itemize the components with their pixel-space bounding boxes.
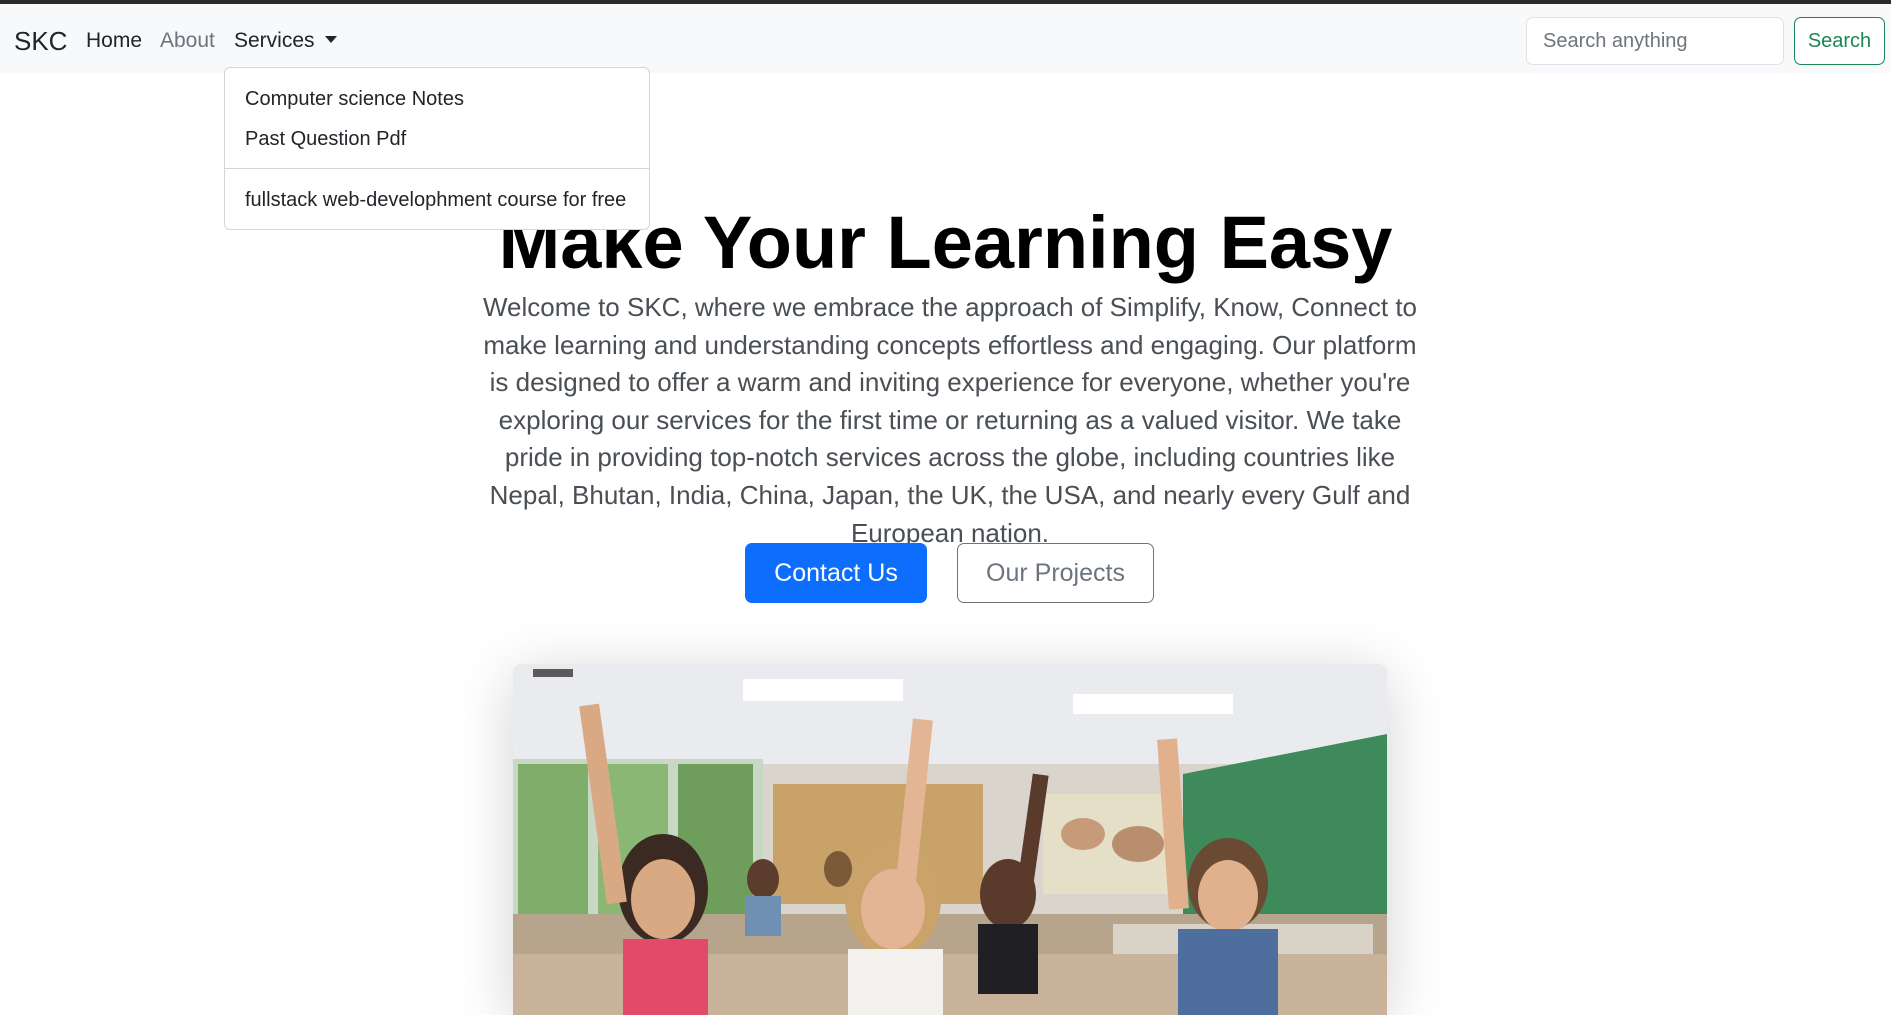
our-projects-button[interactable]: Our Projects [957,543,1154,603]
contact-us-button[interactable]: Contact Us [745,543,927,603]
search-button[interactable]: Search [1794,17,1885,65]
dropdown-divider [225,168,649,169]
dropdown-item-fullstack-course[interactable]: fullstack web-develophment course for fr… [245,189,626,212]
navbar: SKC Home About Services Search [0,4,1891,73]
services-dropdown-menu: Computer science Notes Past Question Pdf… [224,67,650,230]
classroom-hero-image [513,664,1387,1015]
nav-services-toggle[interactable]: Services [234,29,337,53]
caret-down-icon [324,36,337,43]
brand-logo[interactable]: SKC [14,26,67,57]
nav-services-label: Services [234,29,315,52]
nav-link-home[interactable]: Home [86,29,142,53]
dropdown-item-past-questions[interactable]: Past Question Pdf [245,128,406,151]
dropdown-item-cs-notes[interactable]: Computer science Notes [245,88,464,111]
hero-description: Welcome to SKC, where we embrace the app… [482,292,1418,548]
nav-link-about[interactable]: About [160,29,215,53]
search-input[interactable] [1526,17,1784,65]
